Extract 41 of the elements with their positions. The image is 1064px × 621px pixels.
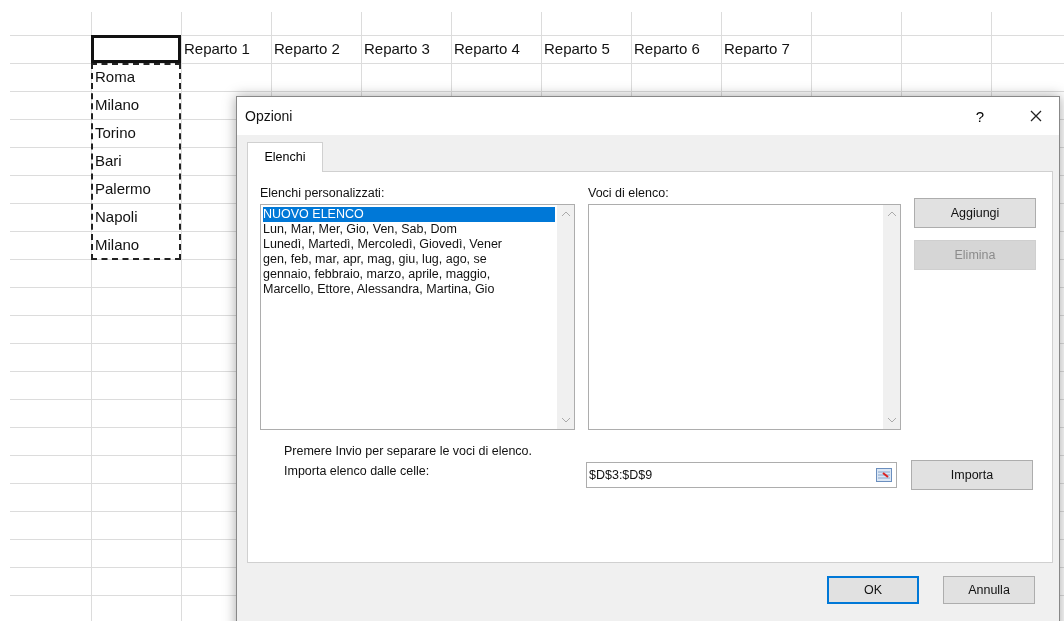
- import-label: Importa elenco dalle celle:: [284, 464, 431, 478]
- scroll-up-icon[interactable]: [886, 211, 897, 217]
- header-cell-text: Reparto 5: [543, 39, 611, 59]
- entries-field[interactable]: [588, 204, 901, 430]
- hint-text: Premere Invio per separare le voci di elenco.: [284, 444, 534, 458]
- table-cell-text: Napoli: [94, 207, 139, 227]
- table-cell-text: Torino: [94, 123, 137, 143]
- table-cell-text: Milano: [94, 95, 141, 115]
- list-item[interactable]: Lunedì, Martedì, Mercoledì, Giovedì, Vener: [263, 237, 555, 252]
- header-cell-text: Reparto 3: [363, 39, 431, 59]
- list-item[interactable]: Marcello, Ettore, Alessandra, Martina, Gio: [263, 282, 555, 297]
- list-item[interactable]: Lun, Mar, Mer, Gio, Ven, Sab, Dom: [263, 222, 555, 237]
- header-cell-text: Reparto 2: [273, 39, 341, 59]
- list-item[interactable]: gennaio, febbraio, marzo, aprile, maggio,: [263, 267, 555, 282]
- table-cell-text: Milano: [94, 235, 141, 255]
- window-title: Opzioni: [245, 108, 294, 124]
- table-cell-text: Bari: [94, 151, 123, 171]
- dialog-button[interactable]: OK: [827, 576, 919, 604]
- header-cell-text: Reparto 1: [183, 39, 251, 59]
- list-item[interactable]: gen, feb, mar, apr, mag, giu, lug, ago, se: [263, 252, 555, 267]
- scroll-down-icon[interactable]: [886, 417, 897, 423]
- import-button[interactable]: Importa: [911, 460, 1033, 490]
- close-icon: [1030, 110, 1042, 122]
- scroll-down-icon[interactable]: [560, 417, 571, 423]
- list-label: Elenchi personalizzati:: [260, 186, 386, 202]
- scroll-up-icon[interactable]: [560, 211, 571, 217]
- table-cell-text: Palermo: [94, 179, 152, 199]
- dialog-button[interactable]: Annulla: [943, 576, 1035, 604]
- custom-lists-listbox[interactable]: [260, 204, 575, 430]
- list-item[interactable]: NUOVO ELENCO: [263, 207, 555, 222]
- selected-cell[interactable]: [91, 35, 181, 63]
- table-cell-text: Roma: [94, 67, 136, 87]
- header-cell-text: Reparto 4: [453, 39, 521, 59]
- header-cell-text: Reparto 6: [633, 39, 701, 59]
- tab[interactable]: Elenchi: [247, 142, 323, 172]
- import-range-field[interactable]: $D$3:$D$9: [586, 462, 897, 488]
- range-picker-icon[interactable]: [876, 468, 892, 482]
- help-button[interactable]: ?: [957, 101, 1003, 131]
- header-cell-text: Reparto 7: [723, 39, 791, 59]
- entries-label: Voci di elenco:: [588, 186, 670, 202]
- list-action-button[interactable]: Aggiungi: [914, 198, 1036, 228]
